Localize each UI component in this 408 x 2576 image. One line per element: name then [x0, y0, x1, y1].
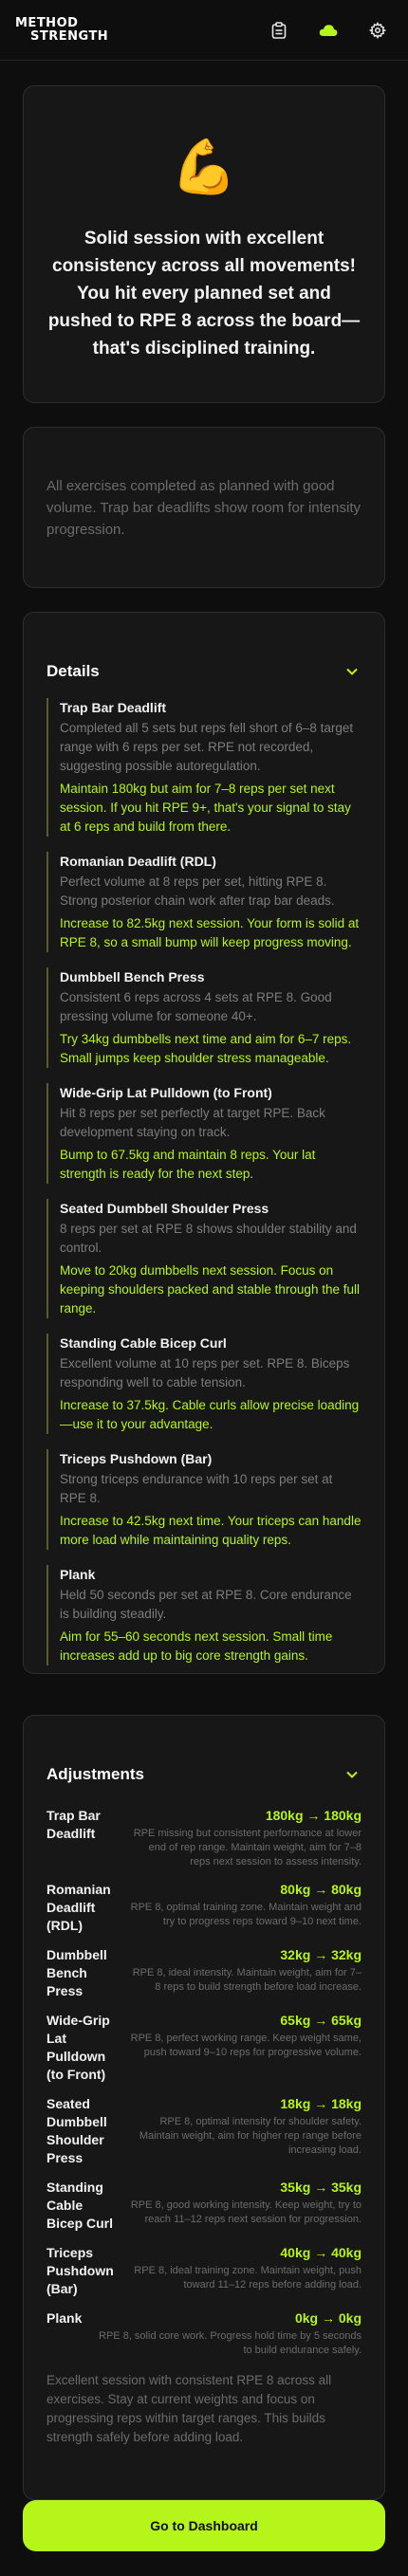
- adjustment-row: Standing Cable Bicep Curl 35kg → 35kg RP…: [46, 2179, 362, 2233]
- exercise-note: 8 reps per set at RPE 8 shows shoulder s…: [60, 1222, 357, 1255]
- adjustment-exercise: Plank: [46, 2310, 83, 2326]
- exercise-item: Romanian Deadlift (RDL) Perfect volume a…: [46, 852, 362, 952]
- details-title: Details: [46, 662, 100, 680]
- adjustment-exercise: Trap Bar Deadlift: [46, 1808, 101, 1841]
- adjustment-note: RPE missing but consistent performance a…: [133, 1828, 362, 1868]
- exercise-item: Seated Dumbbell Shoulder Press 8 reps pe…: [46, 1199, 362, 1318]
- exercise-item: Standing Cable Bicep Curl Excellent volu…: [46, 1334, 362, 1434]
- adjustment-exercise: Romanian Deadlift (RDL): [46, 1882, 111, 1933]
- exercise-item: Wide-Grip Lat Pulldown (to Front) Hit 8 …: [46, 1083, 362, 1184]
- adjustment-exercise: Standing Cable Bicep Curl: [46, 2180, 114, 2231]
- exercise-note: Perfect volume at 8 reps per set, hittin…: [60, 874, 335, 908]
- app-header: METHOD STRENGTH: [0, 0, 408, 61]
- exercise-recommendation: Aim for 55–60 seconds next session. Smal…: [60, 1629, 333, 1663]
- app-logo[interactable]: METHOD STRENGTH: [15, 14, 109, 46]
- exercise-recommendation: Increase to 37.5kg. Cable curls allow pr…: [60, 1398, 360, 1431]
- exercise-recommendation: Maintain 180kg but aim for 7–8 reps per …: [60, 782, 351, 834]
- exercise-recommendation: Increase to 42.5kg next time. Your trice…: [60, 1514, 362, 1547]
- cloud-icon[interactable]: [319, 21, 338, 40]
- exercise-name: Triceps Pushdown (Bar): [60, 1451, 213, 1466]
- adjustment-row: Dumbbell Bench Press 32kg → 32kg RPE 8, …: [46, 1946, 362, 2000]
- adjustment-row: Plank 0kg → 0kg RPE 8, solid core work. …: [46, 2309, 362, 2358]
- exercise-note: Consistent 6 reps across 4 sets at RPE 8…: [60, 990, 332, 1023]
- adjustment-exercise: Dumbbell Bench Press: [46, 1947, 107, 1998]
- exercise-item: Plank Held 50 seconds per set at RPE 8. …: [46, 1565, 362, 1665]
- adjustments-card: Adjustments Trap Bar Deadlift 180kg → 18…: [23, 1715, 385, 2500]
- exercise-name: Dumbbell Bench Press: [60, 969, 205, 984]
- exercise-item: Trap Bar Deadlift Completed all 5 sets b…: [46, 698, 362, 837]
- adjustments-title: Adjustments: [46, 1765, 144, 1783]
- chevron-down-icon[interactable]: [343, 1765, 362, 1784]
- hero-card: 💪 Solid session with excellent consisten…: [23, 85, 385, 403]
- exercise-note: Hit 8 reps per set perfectly at target R…: [60, 1106, 325, 1139]
- flexed-bicep-icon: 💪: [171, 137, 237, 196]
- header-actions: [269, 21, 393, 40]
- adjustment-weight: 32kg → 32kg: [280, 1947, 362, 1962]
- gear-icon[interactable]: [368, 21, 387, 40]
- exercise-recommendation: Increase to 82.5kg next session. Your fo…: [60, 916, 360, 949]
- adjustment-weight: 180kg → 180kg: [265, 1808, 362, 1823]
- adjustment-list: Trap Bar Deadlift 180kg → 180kg RPE miss…: [46, 1807, 362, 2358]
- adjustment-weight: 80kg → 80kg: [280, 1882, 362, 1897]
- exercise-name: Seated Dumbbell Shoulder Press: [60, 1201, 269, 1216]
- details-header[interactable]: Details: [46, 660, 362, 683]
- chevron-down-icon[interactable]: [343, 662, 362, 681]
- adjustment-exercise: Wide-Grip Lat Pulldown (to Front): [46, 2013, 110, 2082]
- exercise-list: Trap Bar Deadlift Completed all 5 sets b…: [46, 698, 362, 1665]
- adjustment-note: RPE 8, ideal intensity. Maintain weight,…: [132, 1967, 362, 1993]
- adjustment-weight: 35kg → 35kg: [280, 2180, 362, 2195]
- exercise-note: Held 50 seconds per set at RPE 8. Core e…: [60, 1588, 352, 1621]
- adjustment-row: Triceps Pushdown (Bar) 40kg → 40kg RPE 8…: [46, 2244, 362, 2298]
- adjustment-weight: 18kg → 18kg: [280, 2096, 362, 2111]
- summary-text: All exercises completed as planned with …: [46, 478, 361, 538]
- details-card: Details Trap Bar Deadlift Completed all …: [23, 612, 385, 1674]
- adjustments-header[interactable]: Adjustments: [46, 1763, 362, 1786]
- adjustment-exercise: Triceps Pushdown (Bar): [46, 2245, 114, 2296]
- exercise-item: Dumbbell Bench Press Consistent 6 reps a…: [46, 967, 362, 1068]
- clipboard-icon[interactable]: [269, 21, 288, 40]
- adjustment-row: Wide-Grip Lat Pulldown (to Front) 65kg →…: [46, 2012, 362, 2084]
- adjustment-note: RPE 8, solid core work. Progress hold ti…: [99, 2330, 362, 2356]
- logo-line-2: STRENGTH: [30, 28, 109, 44]
- go-to-dashboard-button[interactable]: Go to Dashboard: [23, 2500, 385, 2551]
- exercise-note: Strong triceps endurance with 10 reps pe…: [60, 1472, 333, 1505]
- exercise-name: Wide-Grip Lat Pulldown (to Front): [60, 1085, 272, 1100]
- exercise-name: Standing Cable Bicep Curl: [60, 1335, 227, 1351]
- hero-message: Solid session with excellent consistency…: [47, 229, 361, 359]
- exercise-name: Romanian Deadlift (RDL): [60, 854, 216, 869]
- exercise-recommendation: Move to 20kg dumbbells next session. Foc…: [60, 1263, 360, 1316]
- adjustment-row: Seated Dumbbell Shoulder Press 18kg → 18…: [46, 2095, 362, 2167]
- adjustment-row: Trap Bar Deadlift 180kg → 180kg RPE miss…: [46, 1807, 362, 1869]
- logo-line-1: METHOD: [15, 15, 79, 30]
- adjustment-weight: 65kg → 65kg: [280, 2013, 362, 2028]
- adjustment-note: RPE 8, optimal training zone. Maintain w…: [130, 1902, 362, 1927]
- summary-card: All exercises completed as planned with …: [23, 427, 385, 588]
- adjustment-note: RPE 8, ideal training zone. Maintain wei…: [134, 2265, 362, 2291]
- adjustments-summary: Excellent session with consistent RPE 8 …: [46, 2373, 332, 2444]
- adjustment-note: RPE 8, good working intensity. Keep weig…: [130, 2199, 362, 2225]
- adjustment-weight: 0kg → 0kg: [294, 2310, 362, 2326]
- exercise-item: Triceps Pushdown (Bar) Strong triceps en…: [46, 1449, 362, 1550]
- adjustment-weight: 40kg → 40kg: [280, 2245, 362, 2260]
- exercise-recommendation: Try 34kg dumbbells next time and aim for…: [60, 1032, 352, 1065]
- exercise-note: Completed all 5 sets but reps fell short…: [60, 721, 354, 773]
- adjustment-row: Romanian Deadlift (RDL) 80kg → 80kg RPE …: [46, 1881, 362, 1935]
- adjustment-note: RPE 8, perfect working range. Keep weigh…: [130, 2033, 362, 2058]
- exercise-note: Excellent volume at 10 reps per set. RPE…: [60, 1356, 350, 1389]
- exercise-name: Trap Bar Deadlift: [60, 700, 167, 715]
- adjustment-exercise: Seated Dumbbell Shoulder Press: [46, 2096, 107, 2165]
- exercise-name: Plank: [60, 1567, 96, 1582]
- adjustment-note: RPE 8, optimal intensity for shoulder sa…: [139, 2116, 362, 2156]
- exercise-recommendation: Bump to 67.5kg and maintain 8 reps. Your…: [60, 1148, 316, 1181]
